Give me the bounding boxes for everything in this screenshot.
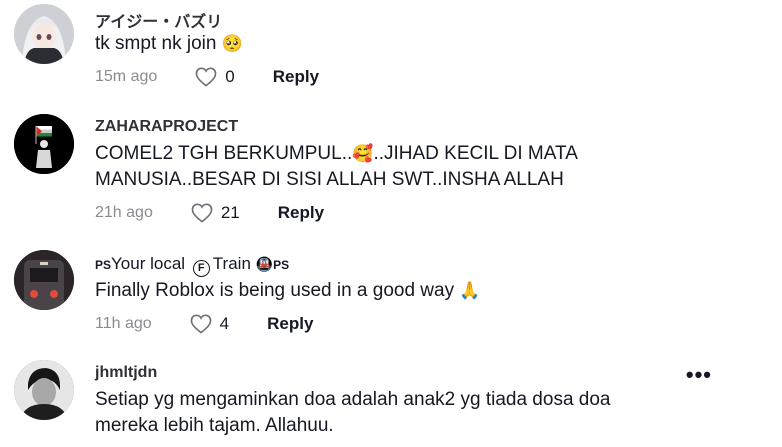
smiling-hearts-emoji: 🥰: [352, 144, 374, 164]
like-button[interactable]: 4: [190, 314, 229, 334]
heart-outline-icon: [195, 67, 217, 87]
comment-1: アイジー・バズリ tk smpt nk join 🥺 15m ago 0 Rep…: [0, 0, 782, 100]
avatar[interactable]: [14, 250, 74, 310]
like-button[interactable]: 0: [195, 67, 235, 87]
comment-meta: 21h ago 21 Reply: [95, 202, 324, 224]
like-button[interactable]: 21: [191, 203, 240, 223]
comment-2: ZAHARAPROJECT COMEL2 TGH BERKUMPUL..🥰..J…: [0, 100, 782, 235]
more-options-icon[interactable]: •••: [686, 362, 712, 388]
comment-text-line-1: Setiap yg mengaminkan doa adalah anak2 y…: [95, 389, 611, 410]
comment-text-content: tk smpt nk join: [95, 33, 217, 54]
reply-button[interactable]: Reply: [273, 67, 319, 87]
pleading-face-emoji: 🥺: [221, 34, 243, 54]
like-count: 21: [220, 203, 240, 222]
username[interactable]: PSYour local F Train 🚇PS: [95, 254, 289, 277]
reply-button[interactable]: Reply: [267, 314, 313, 334]
comment-text-line-2: MANUSIA..BESAR DI SISI ALLAH SWT..INSHA …: [95, 169, 564, 190]
username-main: Your local: [111, 254, 186, 273]
like-count: 4: [219, 314, 230, 333]
comment-text-part: ..JIHAD KECIL DI MATA: [373, 143, 578, 164]
username[interactable]: ZAHARAPROJECT: [95, 118, 238, 136]
timestamp: 11h ago: [95, 315, 152, 332]
reply-button[interactable]: Reply: [278, 203, 324, 223]
avatar[interactable]: [14, 114, 74, 174]
comment-meta: 15m ago 0 Reply: [95, 66, 319, 88]
circled-f-icon: F: [192, 259, 210, 277]
timestamp: 21h ago: [95, 204, 153, 221]
timestamp: 15m ago: [95, 68, 158, 85]
username-prefix: PS: [95, 258, 112, 272]
comment-meta: 11h ago 4 Reply: [95, 313, 313, 335]
comment-text: Finally Roblox is being used in a good w…: [95, 278, 481, 304]
comment-text-line-2: mereka lebih tajam. Allahuu.: [95, 415, 334, 436]
heart-outline-icon: [191, 203, 213, 223]
metro-emoji: 🚇: [255, 257, 274, 273]
comment-text: tk smpt nk join 🥺: [95, 31, 243, 57]
comment-4: jhmltjdn ••• Setiap yg mengaminkan doa a…: [0, 345, 782, 447]
username-suffix: PS: [273, 258, 290, 272]
folded-hands-emoji: 🙏: [459, 281, 481, 301]
username[interactable]: jhmltjdn: [95, 364, 157, 382]
comment-text-line-1: COMEL2 TGH BERKUMPUL..🥰..JIHAD KECIL DI …: [95, 141, 578, 167]
comment-text-content: Finally Roblox is being used in a good w…: [95, 280, 455, 301]
avatar[interactable]: [14, 360, 74, 420]
username[interactable]: アイジー・バズリ: [95, 8, 222, 32]
comment-text-part: COMEL2 TGH BERKUMPUL..: [95, 143, 353, 164]
username-word: Train: [212, 254, 251, 273]
like-count: 0: [225, 67, 235, 86]
comment-3: PSYour local F Train 🚇PS Finally Roblox i…: [0, 235, 782, 345]
heart-outline-icon: [190, 314, 212, 334]
avatar[interactable]: [14, 4, 74, 64]
